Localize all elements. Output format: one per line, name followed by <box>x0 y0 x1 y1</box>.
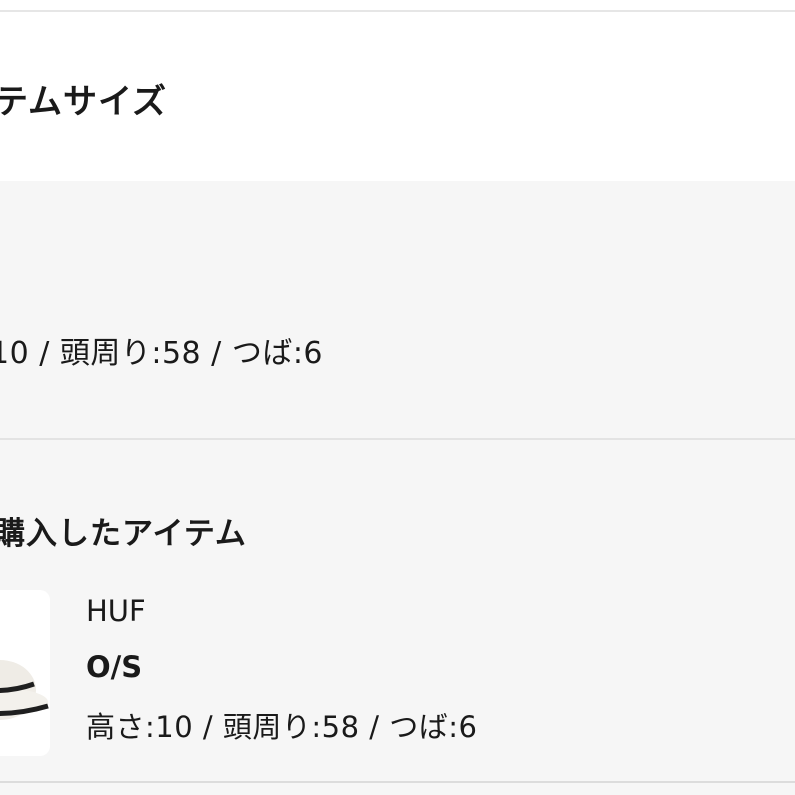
bottom-divider <box>0 781 795 783</box>
size-measurements: 10 / 頭周り:58 / つば:6 <box>0 336 324 371</box>
top-divider <box>0 10 795 12</box>
item-size: O/S <box>86 650 143 684</box>
section-title-item-size: テムサイズ <box>0 82 167 122</box>
purchased-items-section: 購入したアイテム HUF O/S 高さ:10 / 頭周り:58 / つば:6 <box>0 440 795 795</box>
bucket-hat-icon <box>0 660 49 720</box>
item-size-page: テムサイズ 10 / 頭周り:58 / つば:6 購入したアイテム HUF O/… <box>0 0 795 795</box>
bucket-hat-image[interactable] <box>0 590 50 756</box>
item-brand: HUF <box>86 594 146 628</box>
item-measurements: 高さ:10 / 頭周り:58 / つば:6 <box>86 710 478 744</box>
size-info-panel: 10 / 頭周り:58 / つば:6 <box>0 181 795 438</box>
purchased-items-title: 購入したアイテム <box>0 516 247 552</box>
